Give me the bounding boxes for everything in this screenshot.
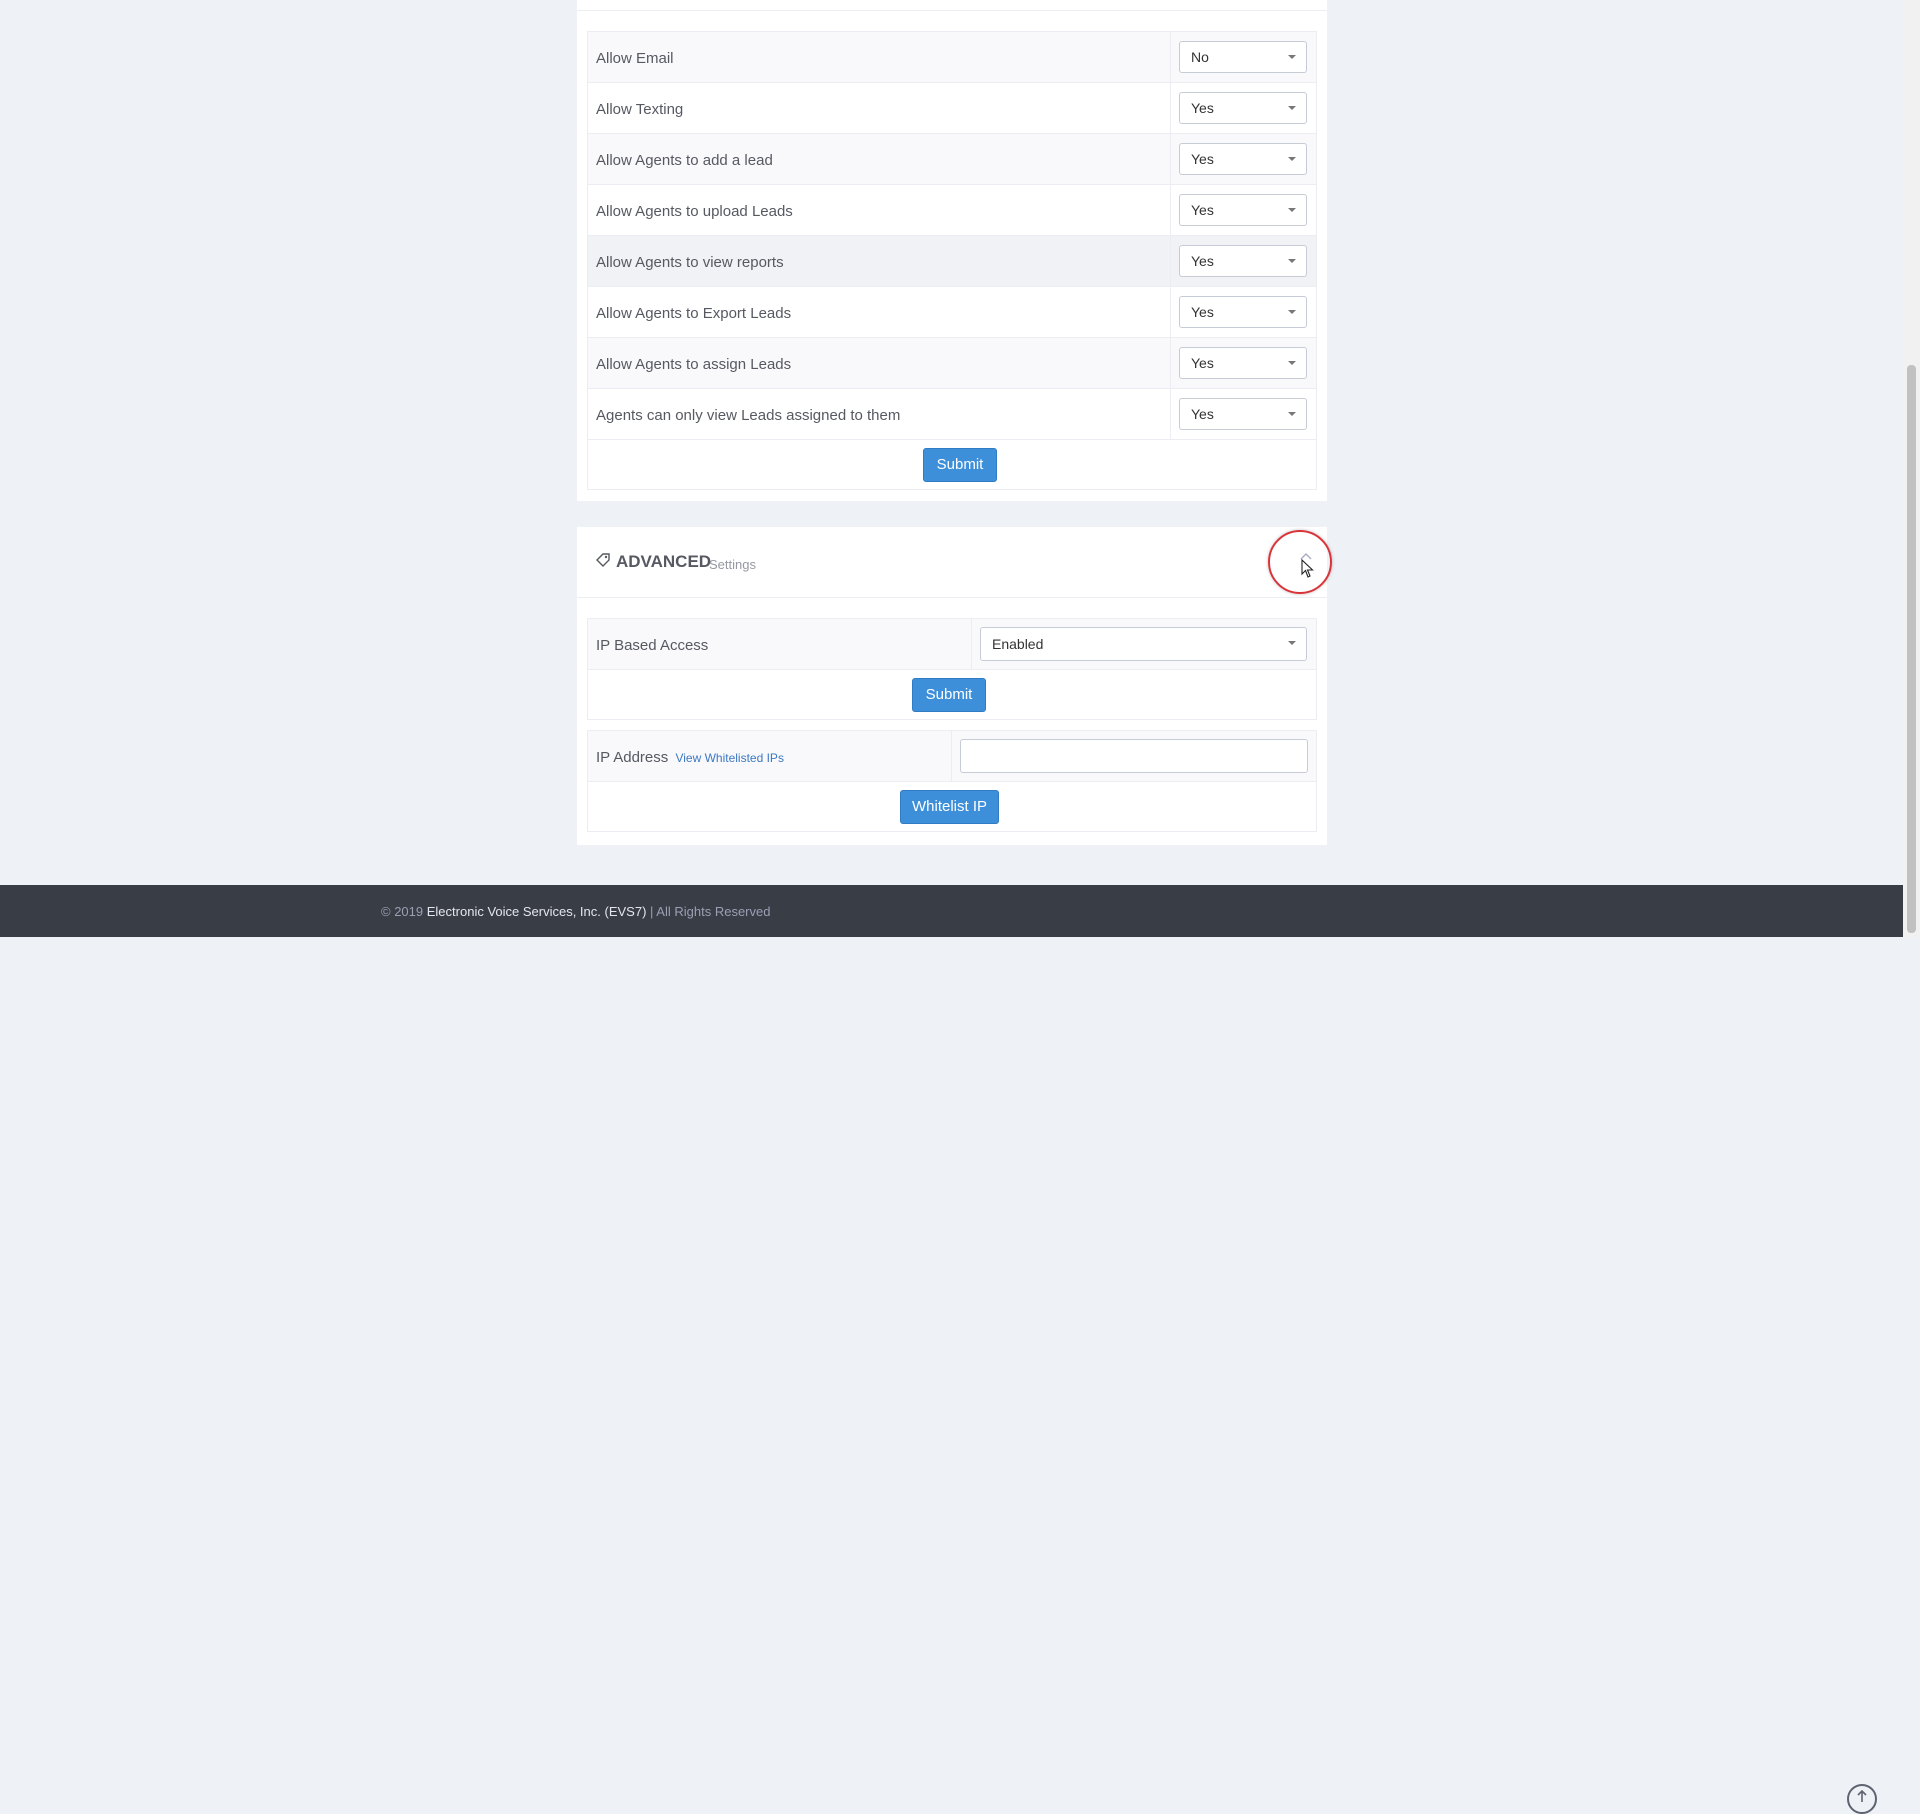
table-row: Allow Agents to assign Leads Yes (588, 338, 1316, 389)
permissions-table: Allow Email No Allow Texting Yes Allow A… (587, 31, 1317, 490)
row-label: Agents can only view Leads assigned to t… (596, 407, 901, 424)
assign-leads-select[interactable]: Yes (1179, 347, 1307, 379)
table-row: Allow Texting Yes (588, 83, 1316, 134)
row-label: Allow Agents to Export Leads (596, 305, 792, 322)
allow-email-select[interactable]: No (1179, 41, 1307, 73)
upload-leads-select[interactable]: Yes (1179, 194, 1307, 226)
caret-down-icon (1288, 208, 1296, 212)
row-label: Allow Agents to upload Leads (596, 203, 793, 220)
table-row: Allow Agents to add a lead Yes (588, 134, 1316, 185)
copyright-text: © 2019 Electronic Voice Services, Inc. (… (381, 904, 771, 919)
view-whitelisted-ips-link[interactable]: View Whitelisted IPs (675, 751, 784, 765)
panel-divider (577, 10, 1327, 11)
row-label: IP Address View Whitelisted IPs (596, 749, 784, 766)
row-label: Allow Agents to view reports (596, 254, 784, 271)
company-name: Electronic Voice Services, Inc. (EVS7) (426, 904, 647, 919)
caret-down-icon (1288, 157, 1296, 161)
table-row: Allow Agents to Export Leads Yes (588, 287, 1316, 338)
advanced-panel-header: ADVANCED Settings (577, 527, 1327, 598)
whitelist-ip-button[interactable]: Whitelist IP (900, 790, 999, 824)
advanced-settings-panel: ADVANCED Settings IP Based Access Enable… (577, 527, 1327, 845)
advanced-subtitle: Settings (709, 557, 756, 572)
advanced-title: ADVANCED (616, 552, 712, 571)
caret-down-icon (1288, 55, 1296, 59)
scrollbar-thumb[interactable] (1907, 365, 1916, 933)
ip-access-table: IP Based Access Enabled Submit (587, 618, 1317, 720)
permissions-submit-button[interactable]: Submit (923, 448, 997, 482)
page-footer: © 2019 Electronic Voice Services, Inc. (… (0, 885, 1903, 1814)
submit-row: Whitelist IP (588, 782, 1316, 831)
caret-down-icon (1288, 259, 1296, 263)
ip-address-label: IP Address (596, 749, 669, 766)
caret-down-icon (1288, 361, 1296, 365)
arrow-up-icon (1856, 1789, 1868, 1807)
allow-texting-select[interactable]: Yes (1179, 92, 1307, 124)
ip-address-input[interactable] (960, 739, 1308, 773)
row-label: IP Based Access (596, 637, 709, 654)
export-leads-select[interactable]: Yes (1179, 296, 1307, 328)
ip-based-access-select[interactable]: Enabled (980, 627, 1307, 661)
caret-down-icon (1288, 106, 1296, 110)
table-row: IP Address View Whitelisted IPs (588, 731, 1316, 782)
scroll-to-top-button[interactable] (1847, 1784, 1877, 1814)
submit-row: Submit (588, 440, 1316, 489)
table-row: Allow Email No (588, 32, 1316, 83)
submit-row: Submit (588, 670, 1316, 719)
table-row: Agents can only view Leads assigned to t… (588, 389, 1316, 440)
caret-down-icon (1288, 641, 1296, 645)
table-row: IP Based Access Enabled (588, 619, 1316, 670)
table-row: Allow Agents to upload Leads Yes (588, 185, 1316, 236)
row-label: Allow Texting (596, 101, 684, 118)
tag-icon (595, 552, 611, 573)
mouse-pointer-icon (1301, 558, 1315, 584)
page-scrollbar[interactable] (1903, 0, 1920, 937)
row-label: Allow Email (596, 50, 674, 67)
add-lead-select[interactable]: Yes (1179, 143, 1307, 175)
caret-down-icon (1288, 412, 1296, 416)
view-reports-select[interactable]: Yes (1179, 245, 1307, 277)
ip-access-submit-button[interactable]: Submit (912, 678, 986, 712)
click-highlight-ring (1268, 530, 1332, 594)
row-label: Allow Agents to assign Leads (596, 356, 792, 373)
whitelist-table: IP Address View Whitelisted IPs Whitelis… (587, 730, 1317, 832)
row-label: Allow Agents to add a lead (596, 152, 773, 169)
table-row: Allow Agents to view reports Yes (588, 236, 1316, 287)
permissions-panel: Allow Email No Allow Texting Yes Allow A… (577, 0, 1327, 501)
caret-down-icon (1288, 310, 1296, 314)
view-assigned-only-select[interactable]: Yes (1179, 398, 1307, 430)
